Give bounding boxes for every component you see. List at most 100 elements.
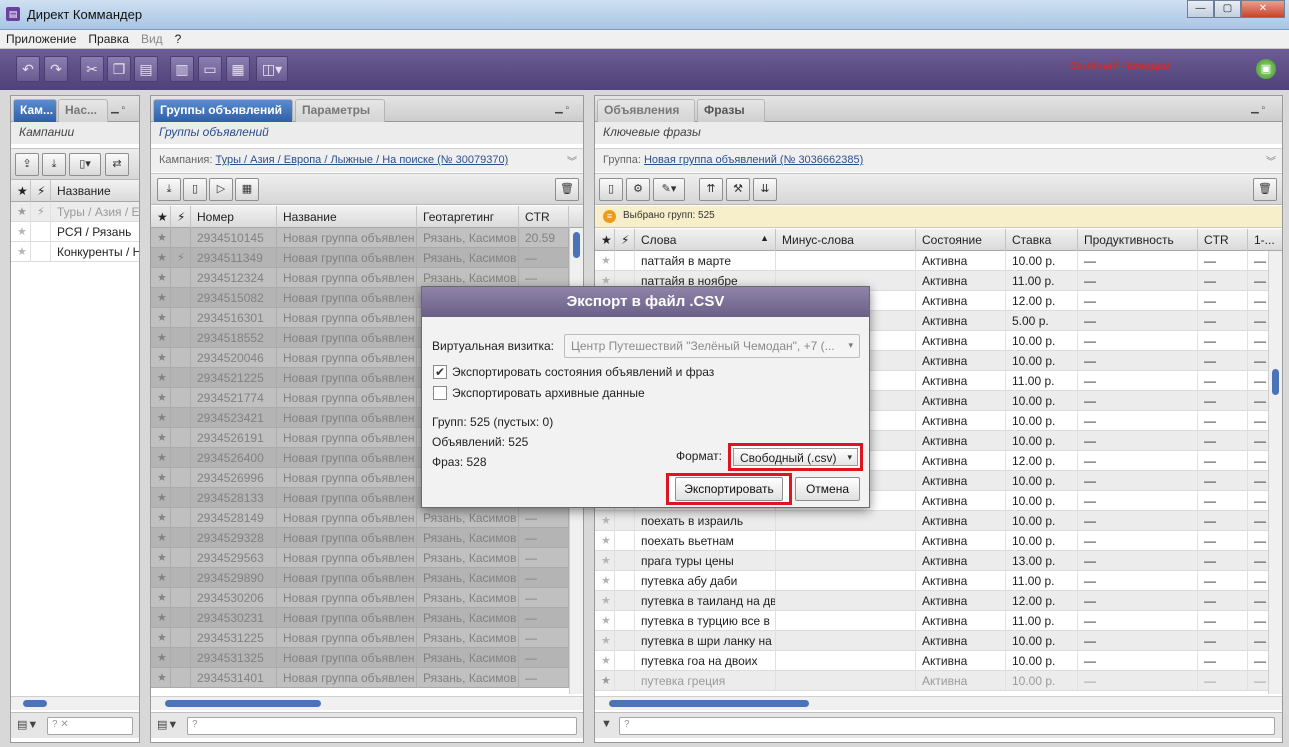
calendar-icon[interactable]: ▦ [226, 56, 250, 82]
table-row[interactable]: ★ ⚡ Туры / Азия / Е [11, 202, 139, 222]
new-group-icon[interactable]: ▯ [183, 178, 207, 201]
cancel-button[interactable]: Отмена [795, 477, 860, 501]
trash-icon[interactable]: 🗑 [1253, 178, 1277, 201]
column-bid[interactable]: Ставка [1006, 229, 1078, 251]
table-row[interactable]: ★ паттайя в марте Активна 10.00 р. — — — [595, 251, 1270, 271]
star-icon[interactable]: ★ [595, 651, 615, 671]
column-ctr[interactable]: CTR [519, 206, 569, 228]
panel-minimize-icon[interactable]: ▁ ▫ [555, 103, 569, 114]
copy-icon[interactable]: ❐ [107, 56, 131, 82]
star-icon[interactable]: ★ [595, 571, 615, 591]
filter-icon[interactable]: ▤▼ [17, 718, 38, 731]
redo-icon[interactable]: ↷ [44, 56, 68, 82]
close-button[interactable]: ✕ [1241, 0, 1285, 18]
column-geo[interactable]: Геотаргетинг [417, 206, 519, 228]
maximize-button[interactable]: ▢ [1214, 0, 1241, 18]
menu-edit[interactable]: Правка [82, 30, 135, 48]
campaigns-filter-input[interactable]: ? ✕ [47, 717, 133, 735]
table-row[interactable]: ★ путевка греция Активна 10.00 р. — — — [595, 671, 1270, 691]
column-productivity[interactable]: Продуктивность [1078, 229, 1198, 251]
panel-minimize-icon[interactable]: ▁ ▫ [1251, 103, 1265, 114]
table-icon[interactable]: ▦ [235, 178, 259, 201]
star-icon[interactable]: ★ [11, 242, 31, 262]
phrases-vscroll[interactable] [1268, 251, 1282, 694]
table-row[interactable]: ★ поехать в израиль Активна 10.00 р. — — — [595, 511, 1270, 531]
menu-help[interactable]: ? [169, 30, 188, 48]
filter-icon[interactable]: ▼ [601, 718, 612, 730]
column-id[interactable]: Номер [191, 206, 277, 228]
panel-minimize-icon[interactable]: ▁ ▫ [111, 103, 125, 114]
lower-bid-icon[interactable]: ⇊ [753, 178, 777, 201]
column-position[interactable]: 1-... [1248, 229, 1282, 251]
layout-dropdown-icon[interactable]: ◫▾ [256, 56, 288, 82]
star-icon[interactable]: ★ [11, 202, 31, 222]
table-row[interactable]: ★ путевка в шри ланку на Активна 10.00 р. — —… [595, 631, 1270, 651]
table-row[interactable]: ★ путевка абу даби Активна 11.00 р. — — — [595, 571, 1270, 591]
raise-bid-icon[interactable]: ⇈ [699, 178, 723, 201]
group-link[interactable]: Новая группа объявлений (№ 3036662385) [644, 154, 863, 166]
tab-ads[interactable]: Объявления [597, 99, 695, 122]
export-button[interactable]: Экспортировать [675, 477, 783, 501]
new-campaign-icon[interactable]: ▯▾ [69, 153, 101, 176]
table-row[interactable]: ★ поехать вьетнам Активна 10.00 р. — — — [595, 531, 1270, 551]
star-icon[interactable]: ★ [595, 631, 615, 651]
star-icon[interactable]: ★ [595, 511, 615, 531]
table-row[interactable]: ★ путевка в турцию все в Активна 11.00 р. — —… [595, 611, 1270, 631]
phrases-filter-input[interactable]: ? [619, 717, 1275, 735]
connection-status-icon[interactable]: ▣ [1256, 59, 1276, 79]
filter-icon[interactable]: ▤▼ [157, 718, 178, 731]
column-words[interactable]: Слова ▲ [635, 229, 776, 251]
tab-parameters[interactable]: Параметры [295, 99, 385, 122]
tab-ad-groups[interactable]: Группы объявлений [153, 99, 293, 122]
edit-dropdown-icon[interactable]: ✎▾ [653, 178, 685, 201]
undo-icon[interactable]: ↶ [16, 56, 40, 82]
star-icon[interactable]: ★ [595, 671, 615, 691]
compare-icon[interactable]: ⇄ [105, 153, 129, 176]
download-icon[interactable]: ⤓ [42, 153, 66, 176]
vcard-select[interactable]: Центр Путешествий "Зелёный Чемодан", +7 … [564, 334, 860, 358]
cut-icon[interactable]: ✂ [80, 56, 104, 82]
column-ctr[interactable]: CTR [1198, 229, 1248, 251]
campaigns-hscroll[interactable] [11, 696, 139, 710]
table-row[interactable]: ★ путевка гоа на двоих Активна 10.00 р. — — — [595, 651, 1270, 671]
star-icon[interactable]: ★ [595, 591, 615, 611]
groups-hscroll[interactable] [151, 696, 583, 710]
star-icon[interactable]: ★ [11, 222, 31, 242]
paste-icon[interactable]: ▤ [134, 56, 158, 82]
stats-icon[interactable]: ▥ [170, 56, 194, 82]
star-icon[interactable]: ★ [595, 611, 615, 631]
menu-view[interactable]: Вид [135, 30, 169, 48]
campaign-link[interactable]: Туры / Азия / Европа / Лыжные / На поиск… [215, 154, 508, 166]
tools-icon[interactable]: ⚒ [726, 178, 750, 201]
table-row[interactable]: ★ Конкуренты / Н [11, 242, 139, 262]
column-name[interactable]: Название [51, 180, 139, 202]
phrases-hscroll[interactable] [595, 696, 1282, 710]
star-icon[interactable]: ★ [595, 551, 615, 571]
table-row[interactable]: ★ РСЯ / Рязань [11, 222, 139, 242]
download-icon[interactable]: ⤓ [157, 178, 181, 201]
star-icon[interactable]: ★ [595, 251, 615, 271]
star-icon[interactable]: ★ [595, 531, 615, 551]
collapse-icon[interactable]: ︾ [567, 153, 577, 168]
edit-group-icon[interactable]: ▷ [209, 178, 233, 201]
format-select[interactable]: Свободный (.csv) ▾ [728, 443, 863, 471]
groups-filter-input[interactable]: ? [187, 717, 577, 735]
new-phrase-icon[interactable]: ▯ [599, 178, 623, 201]
tab-phrases[interactable]: Фразы [697, 99, 765, 122]
column-minus-words[interactable]: Минус-слова [776, 229, 916, 251]
table-row[interactable]: ★ путевка в таиланд на дв Активна 12.00 р. —… [595, 591, 1270, 611]
bulk-edit-icon[interactable]: ⚙ [626, 178, 650, 201]
upload-icon[interactable]: ⇪ [15, 153, 39, 176]
export-states-checkbox[interactable]: ✔ [433, 365, 447, 379]
trash-icon[interactable]: 🗑 [555, 178, 579, 201]
menu-app[interactable]: Приложение [0, 30, 82, 48]
column-name[interactable]: Название [277, 206, 417, 228]
tab-campaigns[interactable]: Кам... [13, 99, 57, 122]
minimize-button[interactable]: — [1187, 0, 1214, 18]
column-state[interactable]: Состояние [916, 229, 1006, 251]
tab-settings[interactable]: Нас... [58, 99, 108, 122]
collapse-icon[interactable]: ︾ [1266, 153, 1276, 168]
budget-icon[interactable]: ▭ [198, 56, 222, 82]
table-row[interactable]: ★ прага туры цены Активна 13.00 р. — — — [595, 551, 1270, 571]
export-archive-checkbox[interactable] [433, 386, 447, 400]
